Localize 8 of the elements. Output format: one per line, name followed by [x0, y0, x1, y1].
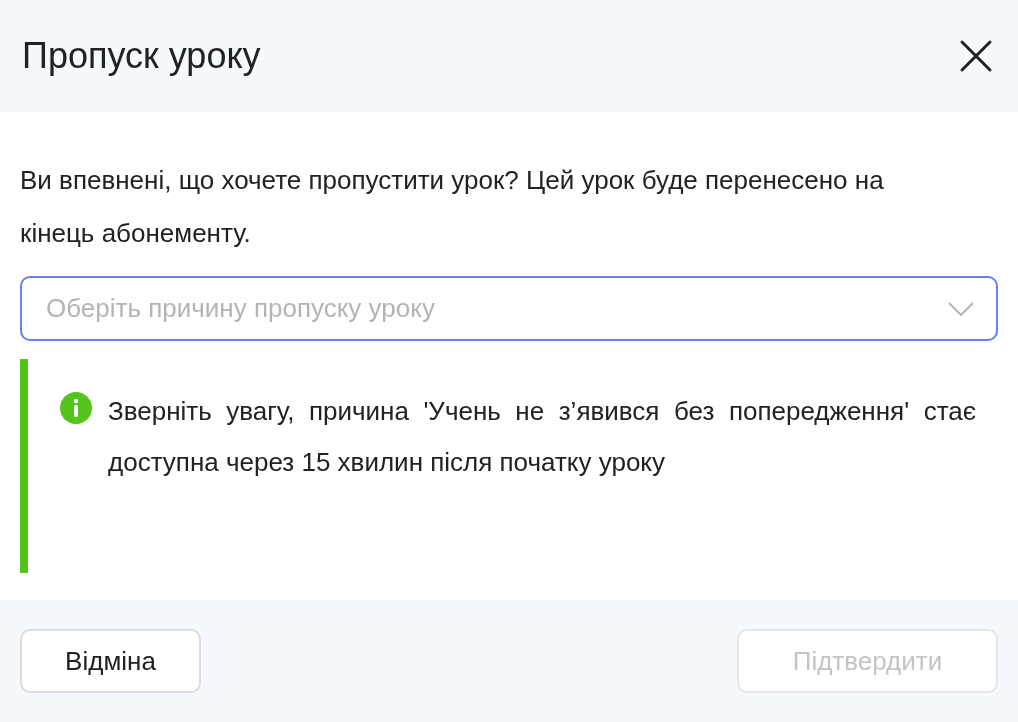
confirmation-message: Ви впевнені, що хочете пропустити урок? Цей урок буде перенесено на кінець абонементу. [20, 164, 885, 250]
cancel-button[interactable]: Відміна [20, 629, 201, 693]
notice-text: Зверніть увагу, причина 'Учень не з’явився без попередження' стає доступна через 15 хвилин після початку уроку [108, 395, 976, 479]
close-icon[interactable] [958, 38, 994, 74]
chevron-down-icon [948, 301, 974, 316]
select-placeholder: Оберіть причину пропуску уроку [46, 292, 435, 325]
reason-select[interactable]: Оберіть причину пропуску уроку [20, 276, 998, 341]
dialog-title: Пропуск уроку [22, 34, 261, 78]
